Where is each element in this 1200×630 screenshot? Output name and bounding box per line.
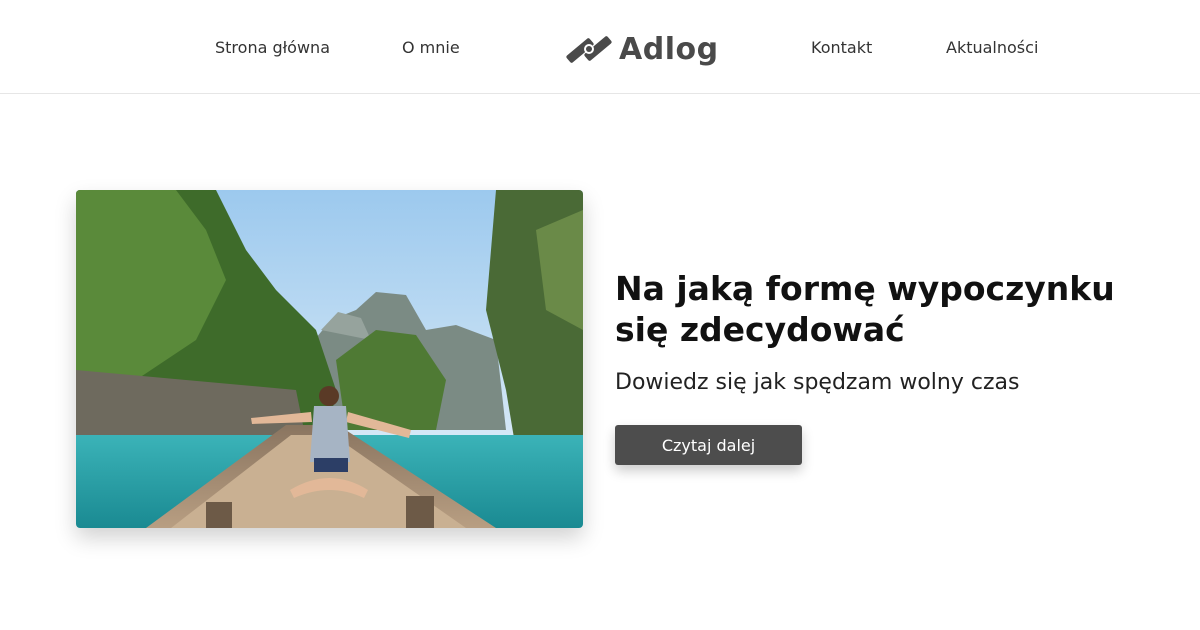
nav-link-about[interactable]: O mnie: [402, 38, 460, 57]
hero-subtitle: Dowiedz się jak spędzam wolny czas: [615, 370, 1020, 395]
nav-link-contact[interactable]: Kontakt: [811, 38, 872, 57]
site-header: Strona główna O mnie Adlog Kontakt Aktua…: [0, 0, 1200, 94]
logo[interactable]: Adlog: [563, 29, 719, 69]
read-more-button[interactable]: Czytaj dalej: [615, 425, 802, 465]
hero-title: Na jaką formę wypoczynku się zdecydować: [615, 269, 1115, 349]
hero-image: [76, 190, 583, 528]
link-chain-icon: [566, 36, 612, 63]
logo-text: Adlog: [619, 31, 719, 67]
nav-link-news[interactable]: Aktualności: [946, 38, 1038, 57]
nav-link-home[interactable]: Strona główna: [215, 38, 330, 57]
